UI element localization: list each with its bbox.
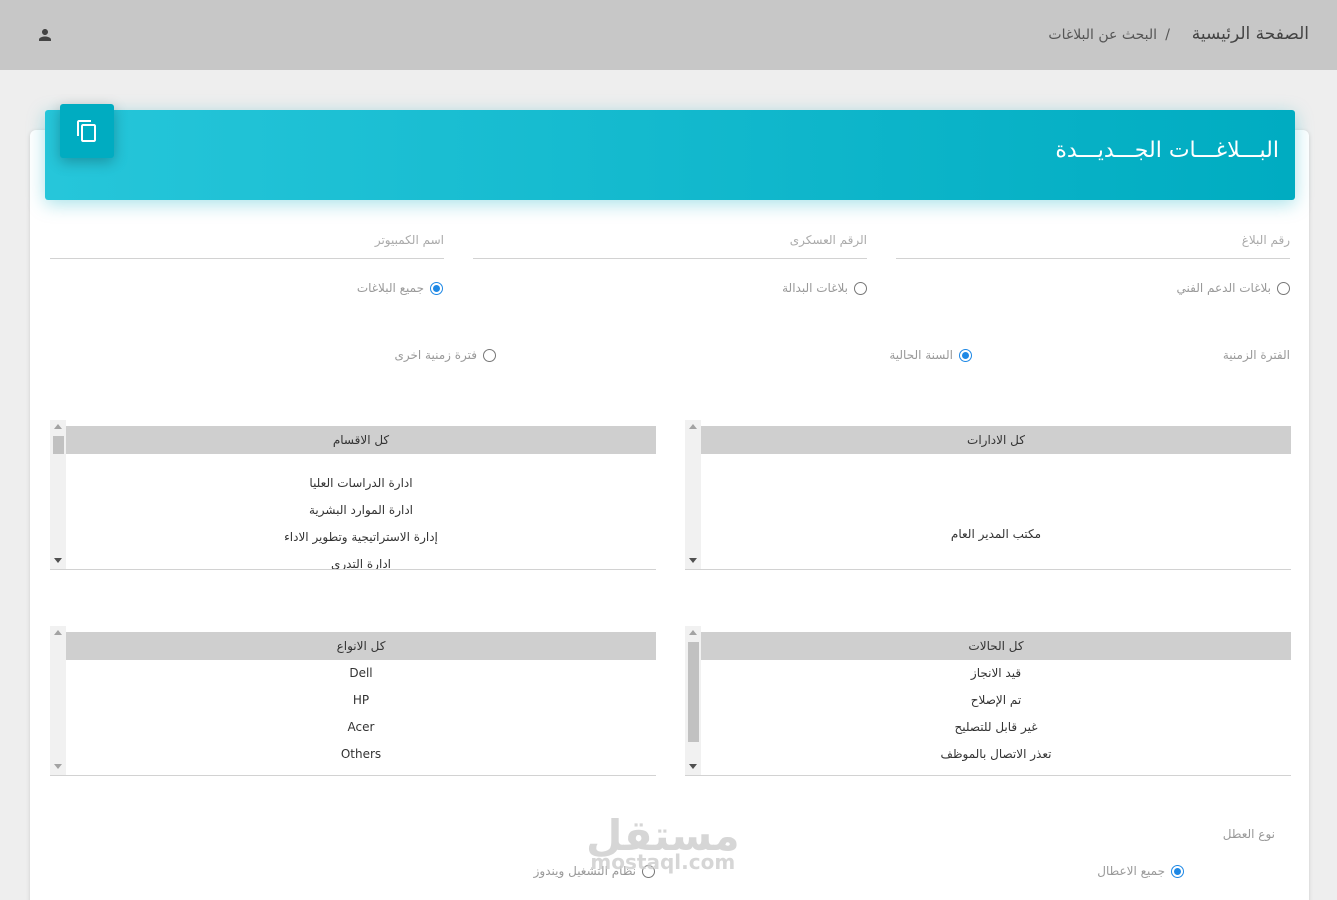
list-items: مكتب المدير العام [701,454,1291,548]
radio-other-period[interactable]: فترة زمنية اخرى [394,348,496,362]
breadcrumb-separator: / [1165,27,1170,43]
list-item[interactable]: إدارة الاستراتيجية وتطوير الاداء [66,524,656,551]
list-header[interactable]: كل الحالات [701,632,1291,660]
list-item[interactable]: ادارة الموارد البشرية [66,497,656,524]
scroll-down-icon[interactable] [689,764,697,769]
scrollbar[interactable] [685,626,701,775]
scroll-thumb[interactable] [688,642,699,742]
list-items: Dell HP Acer Others [66,660,656,768]
report-number-input[interactable] [896,225,1290,255]
fault-type-label: نوع العطل [1222,827,1275,841]
computer-name-input[interactable] [50,225,444,255]
breadcrumb-current[interactable]: البحث عن البلاغات [1048,27,1157,43]
list-item[interactable]: غير قابل للتصليح [701,714,1291,741]
copy-button[interactable] [60,104,114,158]
report-number-field [896,223,1290,259]
list-item[interactable] [701,467,1291,494]
radio-current-year[interactable]: السنة الحالية [889,348,972,362]
radio-circle-selected[interactable] [430,281,443,295]
list-items: ادارة الدراسات العليا ادارة الموارد البش… [66,470,656,569]
statuses-listbox[interactable]: كل الحالات قيد الانجاز تم الإصلاح غير قا… [685,626,1291,776]
scroll-up-icon[interactable] [54,630,62,635]
radio-label: فترة زمنية اخرى [394,348,477,362]
user-icon[interactable] [36,26,54,44]
scrollbar[interactable] [50,626,66,775]
list-item[interactable]: ادارة الدراسات العليا [66,470,656,497]
sections-listbox[interactable]: كل الاقسام ادارة الدراسات العليا ادارة ا… [50,420,656,570]
list-item[interactable] [701,494,1291,521]
radio-all-reports[interactable]: جميع البلاغات [357,281,443,295]
radio-label: بلاغات الدعم الفني [1176,281,1271,295]
breadcrumb-home[interactable]: الصفحة الرئيسية [1192,24,1309,44]
card-header: البـــلاغـــات الجـــديـــدة [45,110,1295,200]
radio-circle-selected[interactable] [959,348,972,362]
radio-label: جميع الاعطال [1097,864,1165,878]
computer-name-field [50,223,444,259]
watermark-logo: مستقل mostaql.com [586,814,740,875]
military-number-input[interactable] [473,225,867,255]
list-item[interactable]: تم الإصلاح [701,687,1291,714]
scroll-up-icon[interactable] [689,630,697,635]
radio-label: جميع البلاغات [356,281,424,295]
radio-circle[interactable] [854,281,867,295]
list-item[interactable] [701,454,1291,467]
watermark-latin: mostaql.com [590,850,736,874]
list-item[interactable]: Others [66,741,656,768]
copy-icon [77,120,96,142]
list-header[interactable]: كل الانواع [66,632,656,660]
list-item[interactable]: قيد الانجاز [701,660,1291,687]
radio-support-reports[interactable]: بلاغات الدعم الفني [1177,281,1290,295]
list-items: قيد الانجاز تم الإصلاح غير قابل للتصليح … [701,660,1291,768]
list-item[interactable]: HP [66,687,656,714]
scroll-down-icon[interactable] [54,764,62,769]
scrollbar[interactable] [685,420,701,569]
types-listbox[interactable]: كل الانواع Dell HP Acer Others [50,626,656,776]
list-header[interactable]: كل الادارات [701,426,1291,454]
radio-circle[interactable] [1277,281,1290,295]
radio-switchboard-reports[interactable]: بلاغات البدالة [782,281,867,295]
scrollbar[interactable] [50,420,66,569]
departments-listbox[interactable]: كل الادارات مكتب المدير العام [685,420,1291,570]
list-item[interactable]: Dell [66,660,656,687]
scroll-thumb[interactable] [53,436,64,454]
page-title: البـــلاغـــات الجـــديـــدة [1055,138,1279,163]
time-period-label: الفترة الزمنية [1222,348,1290,362]
scroll-up-icon[interactable] [54,424,62,429]
list-item[interactable]: مكتب المدير العام [701,521,1291,548]
scroll-down-icon[interactable] [689,558,697,563]
radio-all-faults[interactable]: جميع الاعطال [1097,864,1184,878]
radio-circle[interactable] [483,348,496,362]
scroll-up-icon[interactable] [689,424,697,429]
list-item[interactable]: تعذر الاتصال بالموظف [701,741,1291,768]
list-item[interactable]: Acer [66,714,656,741]
radio-label: السنة الحالية [889,348,953,362]
military-number-field [473,223,867,259]
list-item[interactable]: ادارة التدري [66,551,656,569]
radio-label: بلاغات البدالة [782,281,848,295]
radio-circle-selected[interactable] [1171,864,1184,878]
list-header[interactable]: كل الاقسام [66,426,656,454]
scroll-down-icon[interactable] [54,558,62,563]
top-bar: الصفحة الرئيسية / البحث عن البلاغات [0,0,1337,70]
